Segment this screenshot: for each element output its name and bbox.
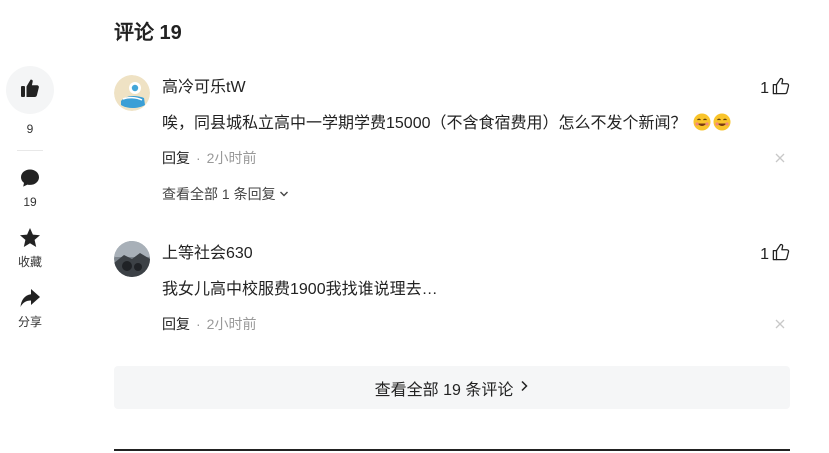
comment-username[interactable]: 上等社会630 <box>162 243 253 265</box>
close-icon[interactable] <box>774 317 786 329</box>
share-action[interactable]: 分享 <box>6 287 54 329</box>
section-divider <box>114 449 790 451</box>
favorite-action[interactable]: 收藏 <box>6 227 54 269</box>
comment-text: 我女儿高中校服费1900我找谁说理去… <box>162 278 438 302</box>
comment-username[interactable]: 高冷可乐tW <box>162 77 246 99</box>
view-replies-button[interactable]: 查看全部 1 条回复 <box>162 185 289 203</box>
comment-item: 高冷可乐tW 1 唉，同县城私立高中一学期学费15000（不含食宿费用）怎么不发… <box>114 75 790 215</box>
like-count: 9 <box>26 122 34 136</box>
comments-title: 评论 19 <box>114 22 182 44</box>
action-rail: 9 19 收藏 分享 <box>6 66 54 329</box>
meta-separator: · <box>196 316 201 332</box>
thumbs-up-icon <box>20 78 40 103</box>
view-replies-label: 查看全部 1 条回复 <box>162 186 276 202</box>
comment-text-content: 唉，同县城私立高中一学期学费15000（不含食宿费用）怎么不发个新闻？ <box>162 115 687 132</box>
comment-text-content: 我女儿高中校服费1900我找谁说理去… <box>162 281 438 298</box>
meta-separator: · <box>196 150 201 166</box>
avatar[interactable] <box>114 75 150 111</box>
like-button[interactable] <box>6 66 54 114</box>
thumbs-up-outline-icon <box>772 77 790 100</box>
comment-item: 上等社会630 1 我女儿高中校服费1900我找谁说理去… 回复 · 2小时前 <box>114 241 790 351</box>
like-action[interactable]: 9 <box>6 66 54 136</box>
favorite-label: 收藏 <box>17 255 42 269</box>
avatar[interactable] <box>114 241 150 277</box>
comment-text: 唉，同县城私立高中一学期学费15000（不含食宿费用）怎么不发个新闻？ <box>162 112 731 139</box>
view-all-comments-button[interactable]: 查看全部 19 条评论 <box>114 366 790 409</box>
sweat-smile-emoji-icon <box>693 113 711 139</box>
comment-like-count: 1 <box>760 79 769 97</box>
reply-button[interactable]: 回复 <box>162 149 190 167</box>
comment-count: 19 <box>23 195 37 209</box>
share-arrow-icon[interactable] <box>19 287 41 309</box>
view-all-comments-label: 查看全部 19 条评论 <box>374 381 514 399</box>
rail-divider <box>17 150 43 151</box>
comment-meta: 回复 · 2小时前 <box>162 149 256 167</box>
comment-time: 2小时前 <box>206 316 257 332</box>
share-label: 分享 <box>17 315 42 329</box>
comment-like-count: 1 <box>760 245 769 263</box>
sweat-smile-emoji-icon <box>713 113 731 139</box>
comment-like-button[interactable]: 1 <box>760 243 790 266</box>
comment-like-button[interactable]: 1 <box>760 77 790 100</box>
comment-bubble-icon[interactable] <box>19 167 41 189</box>
chevron-right-icon <box>519 379 529 397</box>
thumbs-up-outline-icon <box>772 243 790 266</box>
chevron-down-icon <box>279 185 289 203</box>
comment-action[interactable]: 19 <box>6 167 54 209</box>
reply-button[interactable]: 回复 <box>162 315 190 333</box>
comment-meta: 回复 · 2小时前 <box>162 315 256 333</box>
page: 9 19 收藏 分享 评论 19 高冷可乐tW 1 唉，同县城私立高中一学期学费… <box>0 0 829 453</box>
star-icon[interactable] <box>19 227 41 249</box>
comment-time: 2小时前 <box>206 150 257 166</box>
close-icon[interactable] <box>774 151 786 163</box>
